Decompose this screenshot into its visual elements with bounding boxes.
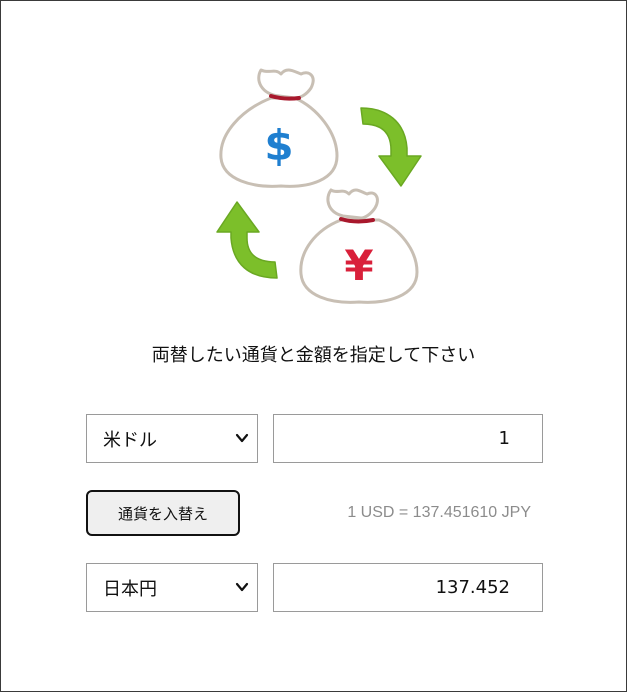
- exchange-rate-text: 1 USD = 137.451610 JPY: [347, 504, 531, 521]
- chevron-down-icon: [235, 433, 249, 443]
- swap-currency-button[interactable]: 通貨を入替え: [86, 490, 240, 536]
- from-currency-label: 米ドル: [103, 429, 157, 451]
- from-currency-select[interactable]: 米ドル: [86, 414, 258, 463]
- yen-bag-icon: ¥: [299, 188, 419, 304]
- arrow-down-icon: [360, 107, 422, 187]
- money-exchange-illustration: $ ¥: [216, 68, 422, 304]
- chevron-down-icon: [235, 582, 249, 592]
- dollar-symbol: $: [264, 121, 293, 170]
- instruction-text: 両替したい通貨と金額を指定して下さい: [151, 345, 476, 366]
- to-currency-label: 日本円: [103, 578, 157, 600]
- converter-panel: $ ¥ 両替したい通貨と金額を指定して下さい 米ドル 1 通貨を入替え 1 US…: [0, 0, 627, 692]
- from-amount-input[interactable]: 1: [273, 414, 543, 463]
- to-amount-input[interactable]: 137.452: [273, 563, 543, 612]
- to-currency-select[interactable]: 日本円: [86, 563, 258, 612]
- dollar-bag-icon: $: [219, 68, 339, 188]
- arrow-up-icon: [216, 201, 278, 279]
- yen-symbol: ¥: [344, 241, 373, 290]
